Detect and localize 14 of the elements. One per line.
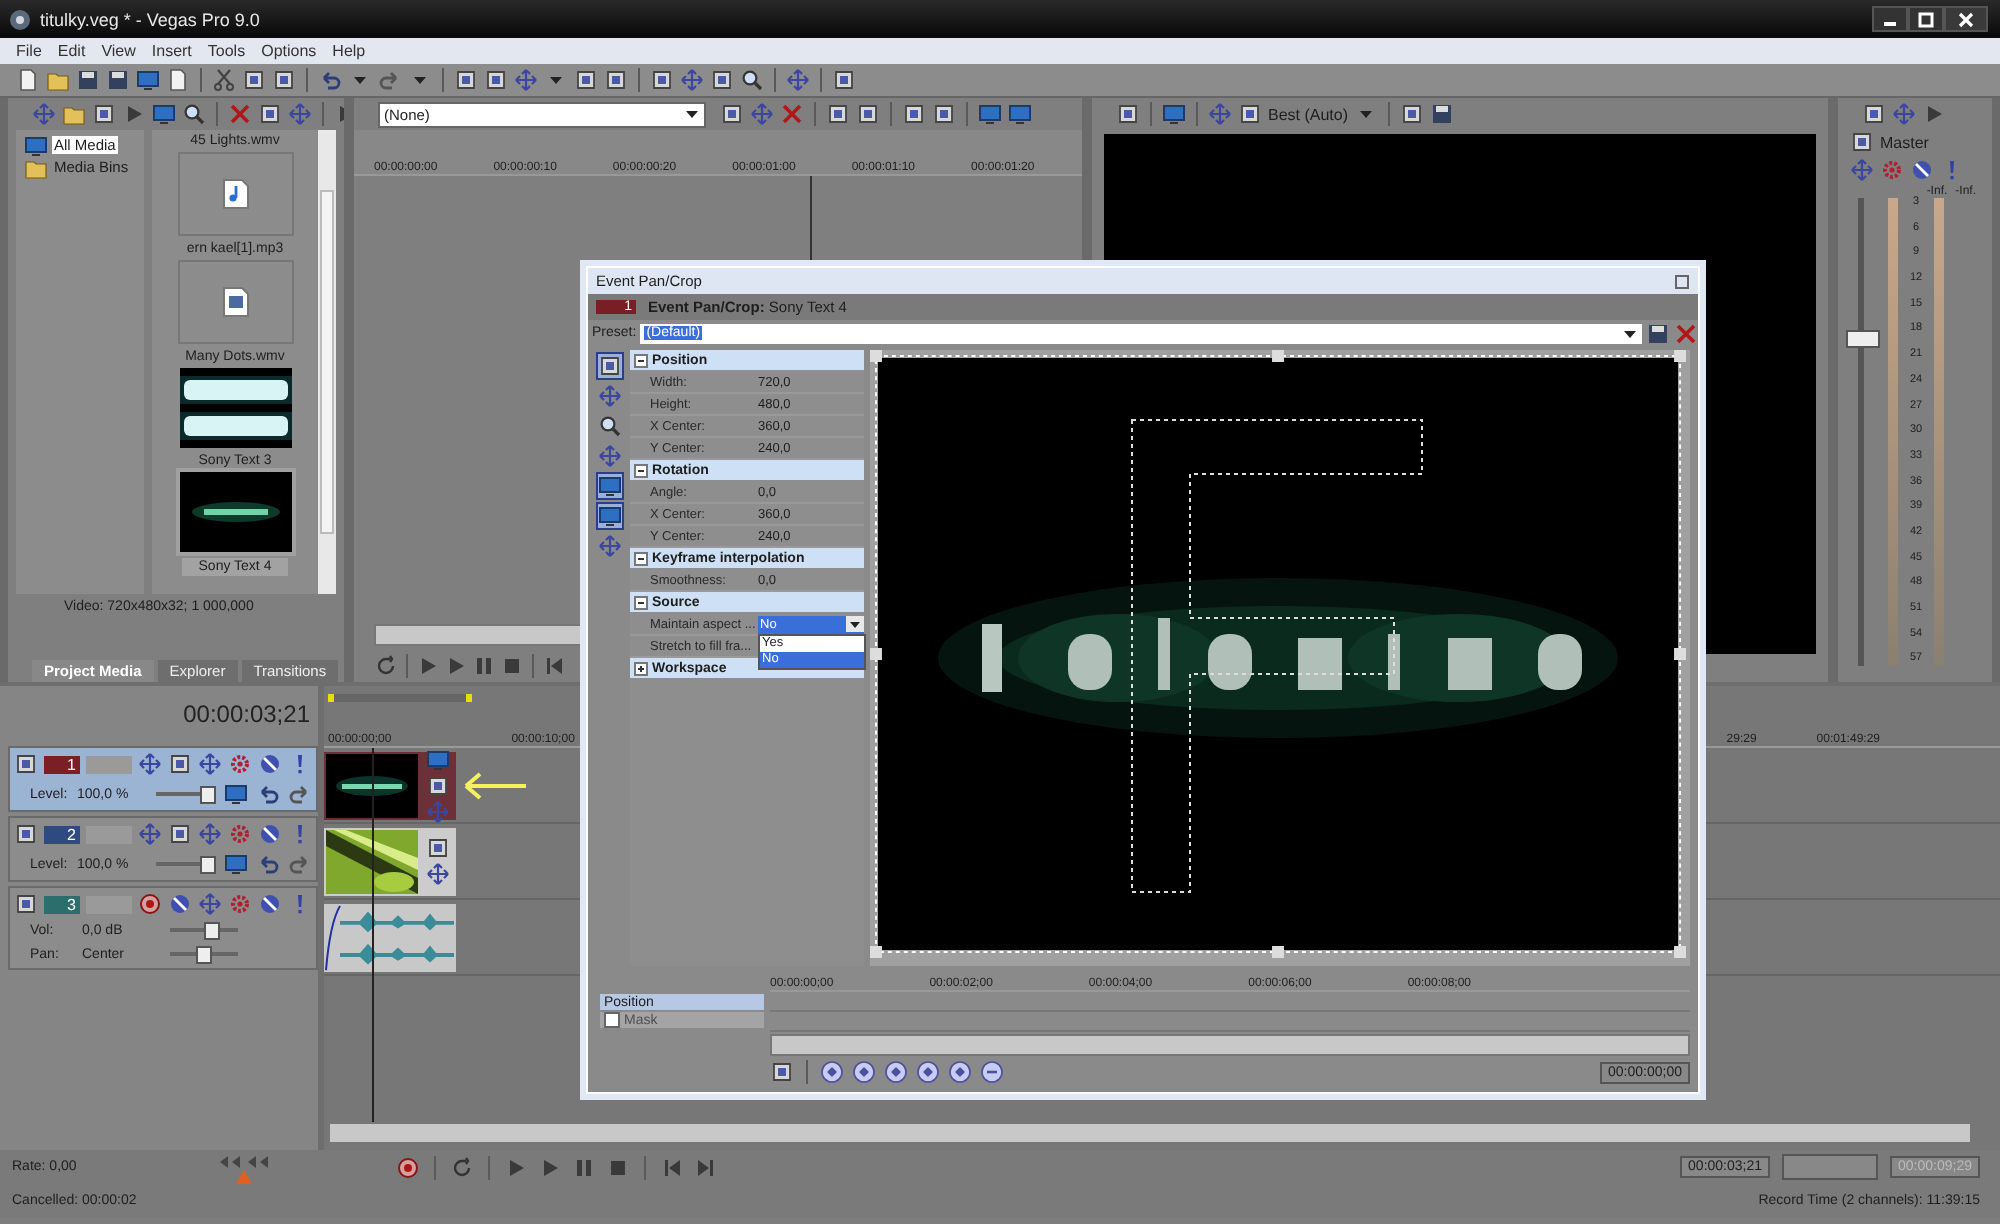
track-number: 2 [44, 825, 80, 843]
menu-item[interactable]: Insert [151, 42, 192, 60]
menu-item[interactable]: Options [261, 42, 317, 60]
track-number: 3 [44, 895, 80, 913]
menu-item[interactable]: Edit [57, 42, 86, 60]
time-display: 00:00:03;21 [183, 700, 310, 728]
menu-item[interactable]: File [16, 42, 42, 60]
window-title: titulky.veg * - Vegas Pro 9.0 [40, 9, 260, 29]
menu-item[interactable]: Help [332, 42, 366, 60]
track-number: 1 [44, 755, 80, 773]
menu-item[interactable]: Tools [207, 42, 246, 60]
menu-item[interactable]: View [101, 42, 136, 60]
quality-dropdown[interactable]: Best (Auto) [1268, 105, 1349, 123]
master-label: Master [1880, 133, 1929, 151]
